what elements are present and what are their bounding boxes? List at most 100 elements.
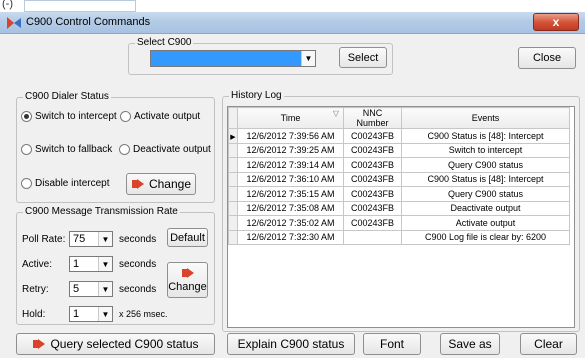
retry-combo[interactable]: 5 ▼ [69,281,113,297]
sort-triangle-icon: ▽ [332,109,339,118]
active-unit: seconds [119,259,157,270]
table-row[interactable]: 12/6/2012 7:36:10 AM C00243FB C900 Statu… [228,171,570,187]
explain-status-button[interactable]: Explain C900 status [227,333,355,355]
history-table: Time ▽ NNC Number Events ▶ 12/6/2012 7:3… [228,107,570,245]
chevron-down-icon[interactable]: ▼ [301,51,315,66]
top-fragment-box [24,0,136,12]
retry-value: 5 [73,283,80,295]
hold-value: 1 [73,308,80,320]
column-header-events[interactable]: Events [401,107,570,129]
radio-switch-to-intercept[interactable]: Switch to intercept [21,111,117,122]
radio-label: Switch to intercept [35,111,117,122]
column-header-time[interactable]: Time ▽ [237,107,344,129]
radio-indicator[interactable] [21,111,32,122]
close-button[interactable]: Close [518,47,576,69]
change-icon [131,178,145,190]
poll-rate-value: 75 [73,233,86,245]
cell-event: C900 Status is [48]: Intercept [401,128,570,144]
top-strip: (-) [0,0,585,12]
cell-time: 12/6/2012 7:32:30 AM [237,229,344,245]
row-selector-header [228,107,238,129]
cell-nnc: C00243FB [343,157,402,173]
cell-nnc: C00243FB [343,142,402,158]
table-row[interactable]: 12/6/2012 7:32:30 AM C900 Log file is cl… [228,229,570,245]
radio-label: Deactivate output [133,144,211,155]
radio-label: Disable intercept [35,178,110,189]
chevron-down-icon[interactable]: ▼ [98,257,112,271]
table-row[interactable]: 12/6/2012 7:39:25 AM C00243FB Switch to … [228,142,570,158]
clear-button[interactable]: Clear [520,333,577,355]
hold-combo[interactable]: 1 ▼ [69,306,113,322]
poll-rate-combo[interactable]: 75 ▼ [69,231,113,247]
cell-event: C900 Status is [48]: Intercept [401,171,570,187]
history-grid[interactable]: Time ▽ NNC Number Events ▶ 12/6/2012 7:3… [227,106,575,328]
row-selector[interactable] [228,229,238,245]
hold-label: Hold: [22,309,46,320]
cell-nnc: C00243FB [343,171,402,187]
default-button[interactable]: Default [167,228,208,247]
save-as-button[interactable]: Save as [440,333,500,355]
save-as-label: Save as [448,337,492,351]
radio-indicator[interactable] [21,178,32,189]
select-button[interactable]: Select [339,47,387,68]
row-selector[interactable] [228,157,238,173]
chevron-down-icon[interactable]: ▼ [98,232,112,246]
dialer-change-button[interactable]: Change [126,173,196,195]
row-selector[interactable] [228,215,238,231]
cell-event: Switch to intercept [401,142,570,158]
radio-indicator[interactable] [120,111,131,122]
column-header-label: Events [471,113,500,123]
hold-unit: x 256 msec. [119,309,168,319]
chevron-down-icon[interactable]: ▼ [98,282,112,296]
cell-time: 12/6/2012 7:39:56 AM [237,128,344,144]
cell-nnc: C00243FB [343,186,402,202]
title-bar: C900 Control Commands x [0,12,585,34]
cell-nnc: C00243FB [343,128,402,144]
radio-indicator[interactable] [21,144,32,155]
radio-label: Switch to fallback [35,144,113,155]
table-row[interactable]: 12/6/2012 7:39:14 AM C00243FB Query C900… [228,157,570,173]
cell-event: C900 Log file is clear by: 6200 [401,229,570,245]
radio-deactivate-output[interactable]: Deactivate output [119,144,211,155]
window-close-button[interactable]: x [533,13,579,31]
row-selector[interactable] [228,200,238,216]
history-log-legend: History Log [229,90,284,101]
rate-change-button[interactable]: Change [167,262,208,298]
history-header-row: Time ▽ NNC Number Events [228,107,570,129]
cell-event: Deactivate output [401,200,570,216]
app-icon [6,16,22,30]
cell-time: 12/6/2012 7:36:10 AM [237,171,344,187]
radio-label: Activate output [134,111,201,122]
table-row[interactable]: 12/6/2012 7:35:15 AM C00243FB Query C900… [228,186,570,202]
table-row[interactable]: 12/6/2012 7:35:08 AM C00243FB Deactivate… [228,200,570,216]
poll-rate-label: Poll Rate: [22,234,66,245]
select-c900-legend: Select C900 [135,37,194,48]
font-label: Font [379,337,404,351]
cell-time: 12/6/2012 7:39:14 AM [237,157,344,173]
active-label: Active: [22,259,53,270]
retry-unit: seconds [119,284,157,295]
row-selector[interactable] [228,171,238,187]
query-status-label: Query selected C900 status [50,337,199,351]
radio-disable-intercept[interactable]: Disable intercept [21,178,109,189]
close-button-label: Close [532,52,562,64]
query-status-button[interactable]: Query selected C900 status [16,333,215,355]
font-button[interactable]: Font [363,333,421,355]
top-fragment: (-) [2,0,13,10]
row-selector[interactable] [228,142,238,158]
dialer-status-legend: C900 Dialer Status [23,91,111,102]
transmission-rate-legend: C900 Message Transmission Rate [23,206,180,217]
rate-change-label: Change [168,281,207,293]
chevron-down-icon[interactable]: ▼ [98,307,112,321]
column-header-nnc[interactable]: NNC Number [343,107,402,129]
radio-activate-output[interactable]: Activate output [120,111,200,122]
radio-switch-to-fallback[interactable]: Switch to fallback [21,144,112,155]
row-selector[interactable] [228,186,238,202]
c900-select-combo[interactable]: ▼ [150,50,316,67]
row-selector[interactable]: ▶ [228,128,238,144]
active-combo[interactable]: 1 ▼ [69,256,113,272]
table-row[interactable]: ▶ 12/6/2012 7:39:56 AM C00243FB C900 Sta… [228,128,570,144]
table-row[interactable]: 12/6/2012 7:35:02 AM C00243FB Activate o… [228,215,570,231]
current-row-icon: ▶ [230,133,236,141]
radio-indicator[interactable] [119,144,130,155]
